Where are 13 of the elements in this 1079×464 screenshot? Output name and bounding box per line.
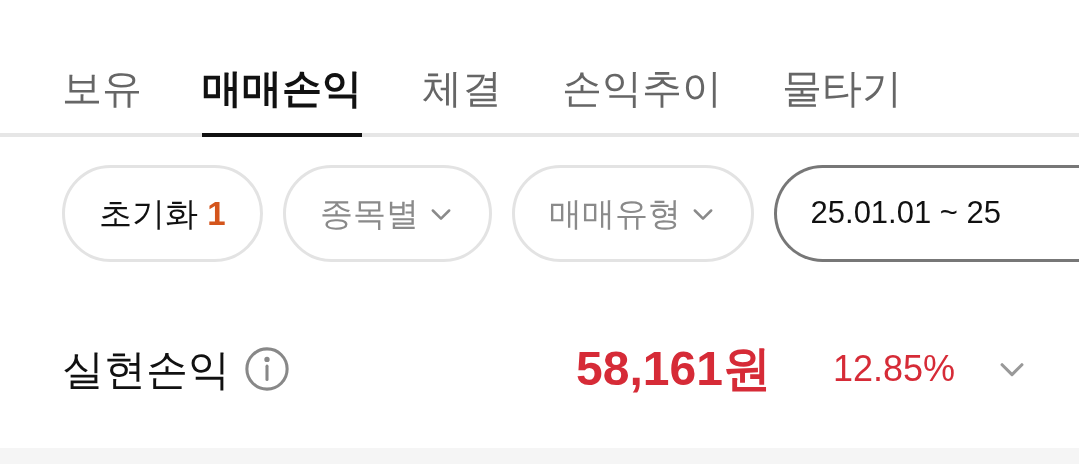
info-icon[interactable]	[244, 346, 290, 392]
tab[interactable]: 매매손익	[202, 0, 362, 137]
date-range-chip[interactable]: 25.01.01 ~ 25	[773, 165, 1079, 262]
summary-label: 실현손익	[62, 344, 230, 395]
reset-chip[interactable]: 초기화 1	[62, 165, 263, 262]
filter-dropdown[interactable]: 종목별	[282, 165, 492, 262]
tab[interactable]: 체결	[422, 0, 502, 137]
tab[interactable]: 물타기	[782, 0, 902, 137]
profit-rate: 12.85%	[832, 347, 955, 391]
tab[interactable]: 손익추이	[562, 0, 722, 137]
realized-profit-amount: 58,161원	[576, 341, 771, 397]
filter-dropdown[interactable]: 매매유형	[511, 165, 754, 262]
tab[interactable]: 보유	[62, 0, 142, 137]
